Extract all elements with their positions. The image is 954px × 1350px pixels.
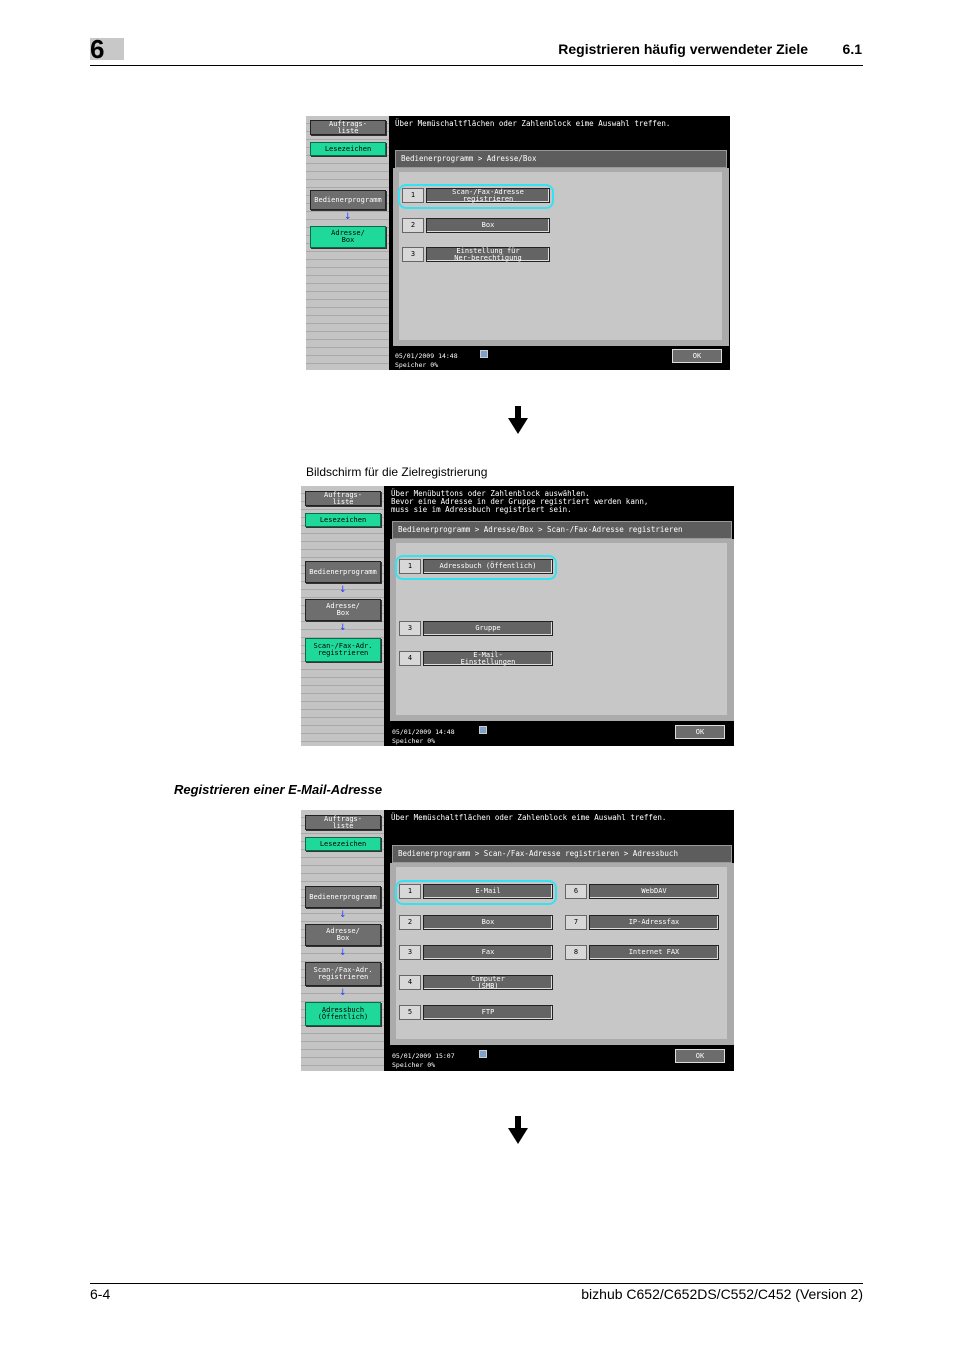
item-number: 3 bbox=[399, 945, 421, 960]
menu-item[interactable]: 4 E-Mail- Einstellungen bbox=[399, 651, 553, 668]
menu-item[interactable]: 4 Computer (SMB) bbox=[399, 975, 553, 992]
status-memory: Speicher 0% bbox=[392, 737, 436, 745]
crumb-button[interactable]: Adresse/ Box bbox=[310, 226, 386, 248]
menu-item[interactable]: 2 Box bbox=[399, 915, 553, 932]
ok-button[interactable]: OK bbox=[672, 349, 722, 363]
screen-caption: Bildschirm für die Zielregistrierung bbox=[306, 465, 488, 479]
sidebar: Auftrags- liste Lesezeichen Bedienerprog… bbox=[301, 486, 384, 746]
subheading: Registrieren einer E-Mail-Adresse bbox=[174, 782, 383, 797]
page-number: 6-4 bbox=[90, 1286, 111, 1302]
sidebar: Auftrags- liste Lesezeichen Bedienerprog… bbox=[301, 810, 384, 1071]
menu-item[interactable]: 3 Gruppe bbox=[399, 621, 553, 638]
screen-path: Bedienerprogramm > Adresse/Box bbox=[395, 150, 727, 168]
item-button[interactable]: Internet FAX bbox=[589, 945, 719, 960]
header-section: 6.1 bbox=[842, 41, 862, 57]
menu-item[interactable]: 1 Adressbuch (Öffentlich) bbox=[395, 555, 557, 580]
item-button[interactable]: E-Mail bbox=[423, 884, 553, 899]
status-date: 05/01/2009 14:48 bbox=[392, 728, 455, 736]
job-list-button[interactable]: Auftrags- liste bbox=[305, 815, 381, 830]
item-number: 4 bbox=[399, 975, 421, 990]
item-button[interactable]: Box bbox=[426, 218, 550, 233]
menu-item[interactable]: 3 Einstellung für Ner-berechtigung bbox=[402, 247, 550, 264]
item-number: 1 bbox=[399, 559, 421, 574]
chapter-number: 6 bbox=[90, 34, 105, 64]
down-arrow-icon: ↓ bbox=[344, 212, 352, 222]
item-number: 6 bbox=[565, 884, 587, 899]
crumb-button[interactable]: Scan-/Fax-Adr. registrieren bbox=[305, 962, 381, 986]
menu-item[interactable]: 1 E-Mail bbox=[395, 880, 557, 905]
item-number: 3 bbox=[399, 621, 421, 636]
item-number: 1 bbox=[402, 188, 424, 203]
item-number: 5 bbox=[399, 1005, 421, 1020]
screen-message: Über Memüschaltflächen oder Zahlenblock … bbox=[391, 813, 667, 822]
crumb-button[interactable]: Adresse/ Box bbox=[305, 599, 381, 621]
status-memory: Speicher 0% bbox=[392, 1061, 436, 1069]
menu-item[interactable]: 5 FTP bbox=[399, 1005, 553, 1022]
item-number: 2 bbox=[399, 915, 421, 930]
down-arrow-icon: ↓ bbox=[339, 910, 347, 920]
item-number: 3 bbox=[402, 247, 424, 262]
status-memory: Speicher 0% bbox=[395, 361, 439, 369]
item-button[interactable]: WebDAV bbox=[589, 884, 719, 899]
down-arrow-icon: ↓ bbox=[339, 988, 347, 998]
item-button[interactable]: Computer (SMB) bbox=[423, 975, 553, 990]
item-button[interactable]: Box bbox=[423, 915, 553, 930]
menu-item[interactable]: 6 WebDAV bbox=[565, 884, 719, 901]
header-title: Registrieren häufig verwendeter Ziele bbox=[558, 41, 808, 57]
screen-1: Auftrags- liste Lesezeichen Bedienerprog… bbox=[306, 116, 730, 370]
bookmark-button[interactable]: Lesezeichen bbox=[305, 837, 381, 851]
down-arrow-icon: ↓ bbox=[339, 585, 347, 595]
ok-button[interactable]: OK bbox=[675, 1049, 725, 1063]
job-list-button[interactable]: Auftrags- liste bbox=[305, 491, 381, 506]
item-button[interactable]: IP-Adressfax bbox=[589, 915, 719, 930]
status-date: 05/01/2009 14:48 bbox=[395, 352, 458, 360]
down-arrow-icon bbox=[508, 1116, 528, 1144]
status-icon bbox=[479, 1050, 487, 1058]
item-number: 1 bbox=[399, 884, 421, 899]
job-list-button[interactable]: Auftrags- liste bbox=[310, 120, 386, 135]
down-arrow-icon: ↓ bbox=[339, 948, 347, 958]
item-number: 8 bbox=[565, 945, 587, 960]
product-name: bizhub C652/C652DS/C552/C452 (Version 2) bbox=[581, 1286, 863, 1302]
down-arrow-icon: ↓ bbox=[339, 623, 347, 633]
status-icon bbox=[480, 350, 488, 358]
crumb-button[interactable]: Bedienerprogramm bbox=[305, 561, 381, 583]
item-button[interactable]: Fax bbox=[423, 945, 553, 960]
sidebar: Auftrags- liste Lesezeichen Bedienerprog… bbox=[306, 116, 389, 370]
status-date: 05/01/2009 15:07 bbox=[392, 1052, 455, 1060]
item-button[interactable]: Einstellung für Ner-berechtigung bbox=[426, 247, 550, 262]
menu-item[interactable]: 1 Scan-/Fax-Adresse registrieren bbox=[398, 184, 554, 209]
down-arrow-icon bbox=[508, 406, 528, 434]
item-button[interactable]: FTP bbox=[423, 1005, 553, 1020]
screen-message: Über Menübuttons oder Zahlenblock auswäh… bbox=[391, 489, 649, 514]
ok-button[interactable]: OK bbox=[675, 725, 725, 739]
menu-item[interactable]: 7 IP-Adressfax bbox=[565, 915, 719, 932]
item-number: 2 bbox=[402, 218, 424, 233]
crumb-button[interactable]: Adresse/ Box bbox=[305, 924, 381, 946]
crumb-button[interactable]: Bedienerprogramm bbox=[310, 190, 386, 210]
menu-item[interactable]: 8 Internet FAX bbox=[565, 945, 719, 962]
bookmark-button[interactable]: Lesezeichen bbox=[310, 142, 386, 156]
menu-item[interactable]: 2 Box bbox=[402, 218, 550, 235]
menu-item[interactable]: 3 Fax bbox=[399, 945, 553, 962]
screen-path: Bedienerprogramm > Scan-/Fax-Adresse reg… bbox=[392, 845, 732, 874]
crumb-button[interactable]: Bedienerprogramm bbox=[305, 886, 381, 908]
item-button[interactable]: Gruppe bbox=[423, 621, 553, 636]
crumb-button[interactable]: Scan-/Fax-Adr. registrieren bbox=[305, 638, 381, 662]
item-button[interactable]: Adressbuch (Öffentlich) bbox=[423, 559, 553, 574]
screen-3: Auftrags- liste Lesezeichen Bedienerprog… bbox=[301, 810, 734, 1071]
footer-rule bbox=[90, 1283, 863, 1284]
header-rule bbox=[90, 65, 863, 66]
item-number: 7 bbox=[565, 915, 587, 930]
item-button[interactable]: E-Mail- Einstellungen bbox=[423, 651, 553, 666]
bookmark-button[interactable]: Lesezeichen bbox=[305, 513, 381, 527]
screen-2: Auftrags- liste Lesezeichen Bedienerprog… bbox=[301, 486, 734, 746]
crumb-button[interactable]: Adressbuch (Öffentlich) bbox=[305, 1002, 381, 1026]
status-icon bbox=[479, 726, 487, 734]
screen-path: Bedienerprogramm > Adresse/Box > Scan-/F… bbox=[392, 521, 732, 539]
screen-message: Über Memüschaltflächen oder Zahlenblock … bbox=[395, 119, 671, 128]
item-button[interactable]: Scan-/Fax-Adresse registrieren bbox=[426, 188, 550, 203]
chapter-number-box: 6 bbox=[90, 34, 124, 64]
item-number: 4 bbox=[399, 651, 421, 666]
